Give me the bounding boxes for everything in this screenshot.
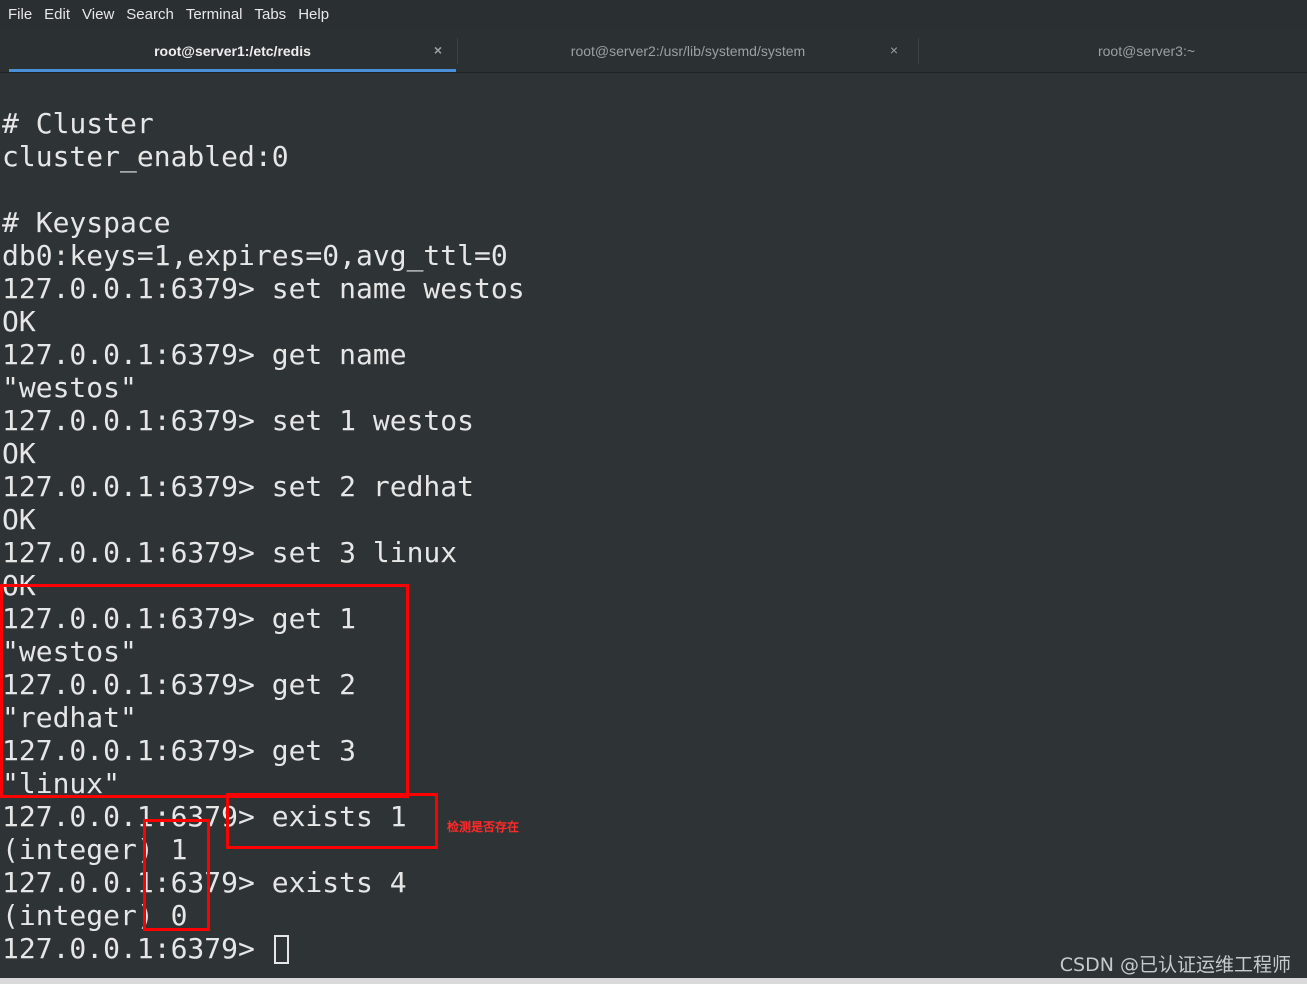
menu-help[interactable]: Help xyxy=(294,0,337,30)
bottom-strip xyxy=(0,978,1307,984)
terminal-line: # Keyspace xyxy=(2,206,171,239)
tab-server1-close-icon[interactable]: × xyxy=(434,42,442,58)
annotation-box-exists-command xyxy=(226,793,438,849)
watermark: CSDN @已认证运维工程师 xyxy=(1059,954,1291,976)
terminal-line: 127.0.0.1:6379> get name xyxy=(2,338,407,371)
menu-terminal[interactable]: Terminal xyxy=(182,0,251,30)
annotation-box-integer-results xyxy=(143,819,210,931)
tab-server1[interactable]: root@server1:/etc/redis × xyxy=(9,30,456,72)
menu-tabs[interactable]: Tabs xyxy=(251,0,295,30)
terminal-line: 127.0.0.1:6379> xyxy=(2,932,289,965)
terminal-line: 127.0.0.1:6379> set 2 redhat xyxy=(2,470,475,503)
terminal-line: 127.0.0.1:6379> set name westos xyxy=(2,272,525,305)
tab-bar: root@server1:/etc/redis × root@server2:/… xyxy=(0,30,1307,73)
menu-view[interactable]: View xyxy=(78,0,122,30)
menu-search[interactable]: Search xyxy=(122,0,182,30)
annotation-box-get-results xyxy=(0,584,409,798)
tab-server3-title: root@server3:~ xyxy=(1097,43,1196,59)
tab-server1-title: root@server1:/etc/redis xyxy=(154,43,311,59)
terminal-line: OK xyxy=(2,437,36,470)
terminal-line: OK xyxy=(2,305,36,338)
terminal-line: # Cluster xyxy=(2,107,154,140)
menu-file[interactable]: File xyxy=(4,0,40,30)
tab-server3[interactable]: root@server3:~ xyxy=(919,30,1307,72)
terminal-line: 127.0.0.1:6379> set 1 westos xyxy=(2,404,475,437)
terminal-cursor xyxy=(273,935,289,964)
menu-bar: File Edit View Search Terminal Tabs Help xyxy=(0,0,1307,30)
terminal-line: 127.0.0.1:6379> set 3 linux xyxy=(2,536,458,569)
terminal-line: cluster_enabled:0 xyxy=(2,140,289,173)
menu-edit[interactable]: Edit xyxy=(40,0,78,30)
tab-server2-close-icon[interactable]: × xyxy=(890,42,898,58)
tab-server2-title: root@server2:/usr/lib/systemd/system xyxy=(570,43,806,59)
tab-server2[interactable]: root@server2:/usr/lib/systemd/system × xyxy=(458,30,918,72)
terminal-line: OK xyxy=(2,503,36,536)
annotation-label: 检测是否存在 xyxy=(447,820,520,834)
terminal-line: db0:keys=1,expires=0,avg_ttl=0 xyxy=(2,239,508,272)
terminal-line: "westos" xyxy=(2,371,137,404)
